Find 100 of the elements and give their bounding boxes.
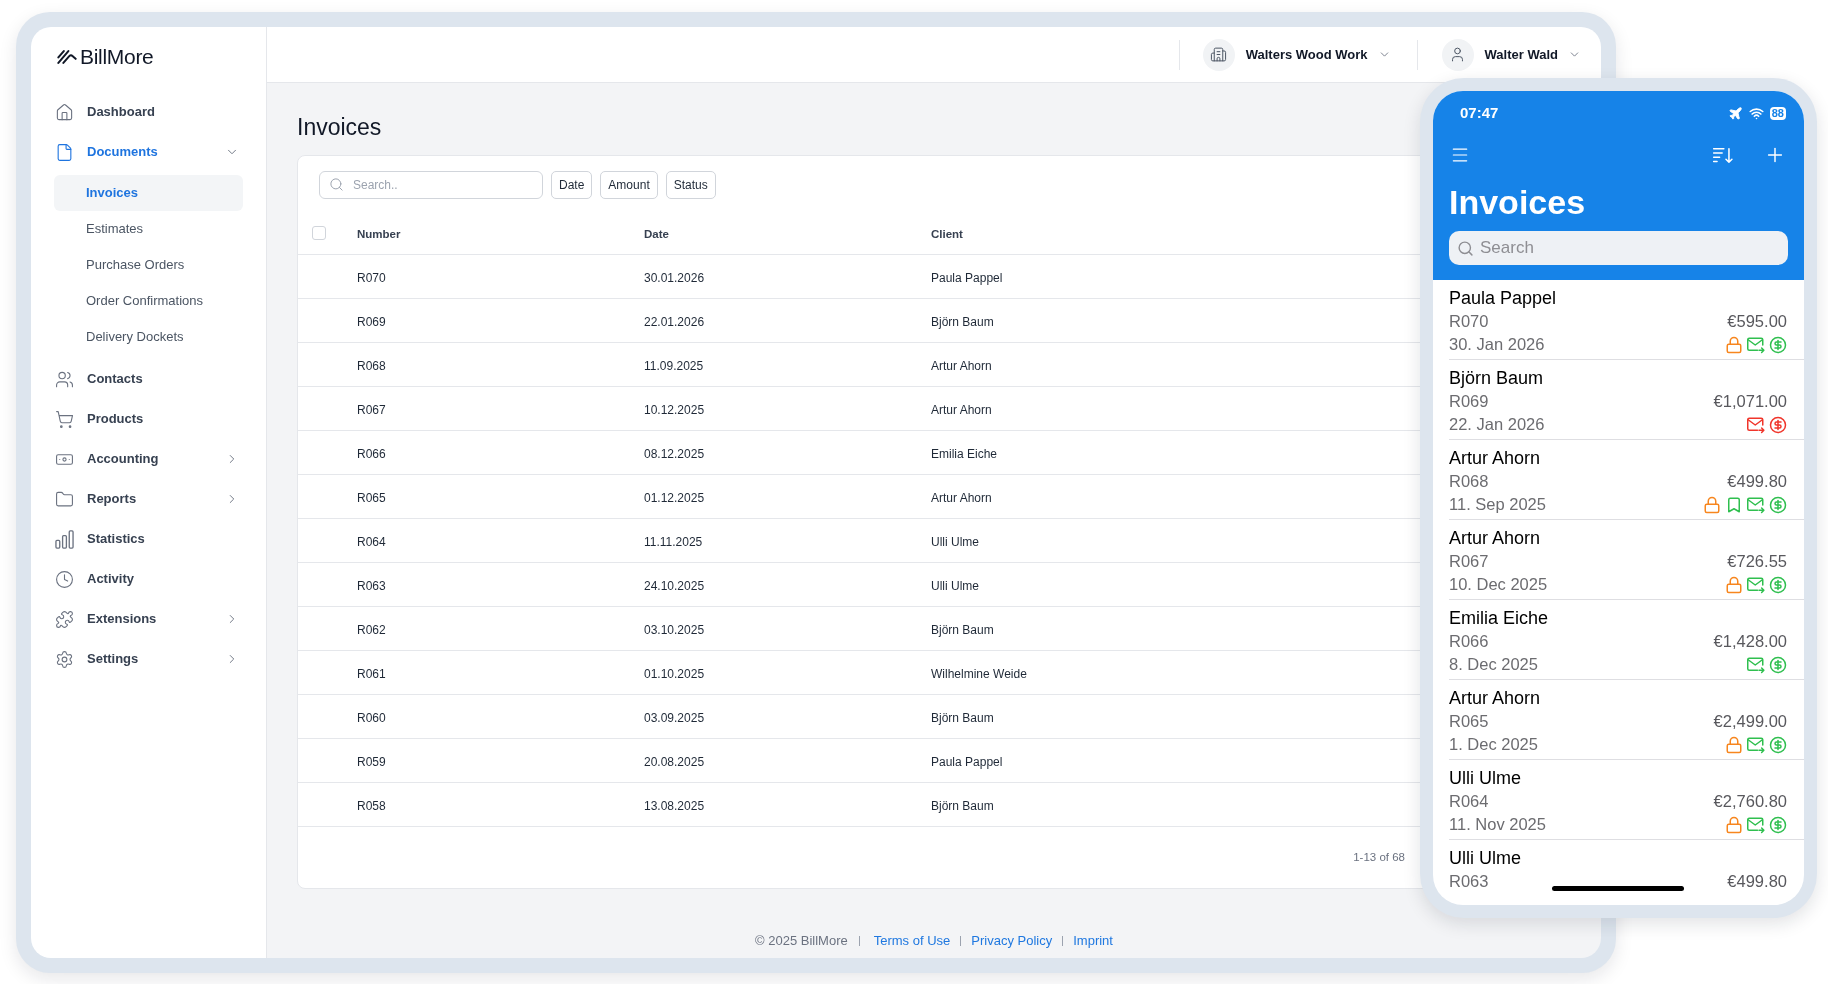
person-icon <box>1441 38 1474 71</box>
invoice-number: R070 <box>1449 311 1489 332</box>
puzzle-icon <box>55 609 74 629</box>
footer-link[interactable]: Privacy Policy <box>971 933 1053 949</box>
company-switcher[interactable]: Walters Wood Work <box>1202 38 1391 71</box>
nav-subitem[interactable]: Invoices <box>54 175 243 211</box>
table-cell: 03.10.2025 <box>644 622 705 637</box>
table-cell: R062 <box>357 622 386 637</box>
table-cell: R063 <box>357 578 386 593</box>
invoice-date: 11. Nov 2025 <box>1449 814 1546 835</box>
nav-item[interactable]: Accounting <box>54 439 243 479</box>
invoice-date: 30. Jan 2026 <box>1449 334 1545 355</box>
table-cell: R059 <box>357 754 386 769</box>
phone-title: Invoices <box>1449 182 1587 223</box>
table-cell: R069 <box>357 314 386 329</box>
table-cell: Ulli Ulme <box>931 578 979 593</box>
table-cell: 10.12.2025 <box>644 402 705 417</box>
wifi-icon <box>1748 105 1764 121</box>
invoice-amount: €499.80 <box>1727 471 1787 492</box>
client-name: Paula Pappel <box>1449 287 1558 310</box>
search-icon <box>329 177 344 192</box>
table-cell: R061 <box>357 666 386 681</box>
table-cell: 22.01.2026 <box>644 314 705 329</box>
invoice-number: R068 <box>1449 471 1489 492</box>
search-field[interactable]: Search.. <box>319 171 543 199</box>
folder-icon <box>55 489 74 509</box>
nav-item[interactable]: Contacts <box>54 359 243 399</box>
status-time: 07:47 <box>1460 102 1499 123</box>
invoice-number: R066 <box>1449 631 1489 652</box>
client-name: Ulli Ulme <box>1449 847 1522 870</box>
nav-item[interactable]: Settings <box>54 639 243 679</box>
battery-percentage: 88 <box>1769 106 1786 120</box>
table-cell: Emilia Eiche <box>931 446 998 461</box>
nav-item[interactable]: Dashboard <box>54 92 243 132</box>
table-cell: Björn Baum <box>931 798 994 813</box>
client-name: Ulli Ulme <box>1449 767 1522 790</box>
table-cell: Björn Baum <box>931 622 994 637</box>
nav-item[interactable]: Reports <box>54 479 243 519</box>
invoice-amount: €2,760.80 <box>1713 791 1787 812</box>
pagination-text: 1-13 of 68 <box>1353 849 1405 865</box>
table-cell: Paula Pappel <box>931 270 1003 285</box>
invoice-date: 11. Sep 2025 <box>1449 494 1546 515</box>
nav-subitem[interactable]: Estimates <box>54 211 243 247</box>
select-all-checkbox[interactable] <box>312 225 326 240</box>
table-cell: R060 <box>357 710 386 725</box>
home-icon <box>55 102 74 122</box>
filter-button[interactable]: Date <box>551 171 593 199</box>
invoice-date: 1. Dec 2025 <box>1449 734 1538 755</box>
table-cell: R067 <box>357 402 386 417</box>
nav-subitem[interactable]: Purchase Orders <box>54 247 243 283</box>
table-cell: Björn Baum <box>931 710 994 725</box>
table-cell: 01.12.2025 <box>644 490 705 505</box>
invoice-number: R069 <box>1449 391 1489 412</box>
table-cell: 24.10.2025 <box>644 578 705 593</box>
table-cell: 03.09.2025 <box>644 710 705 725</box>
invoice-number: R063 <box>1449 871 1489 892</box>
invoice-number: R065 <box>1449 711 1489 732</box>
client-name: Emilia Eiche <box>1449 607 1550 630</box>
nav-item[interactable]: Products <box>54 399 243 439</box>
table-cell: Artur Ahorn <box>931 490 992 505</box>
nav-item[interactable]: Extensions <box>54 599 243 639</box>
document-icon <box>55 142 74 162</box>
table-cell: 11.11.2025 <box>644 534 703 549</box>
building-icon <box>1202 38 1235 71</box>
table-cell: Björn Baum <box>931 314 994 329</box>
user-menu[interactable]: Walter Wald <box>1441 38 1581 71</box>
table-cell: 20.08.2025 <box>644 754 705 769</box>
table-cell: R065 <box>357 490 386 505</box>
phone-search-field[interactable]: Search <box>1449 231 1788 265</box>
settings-icon <box>55 649 74 669</box>
sort-icon[interactable] <box>1712 146 1734 164</box>
nav-subitem[interactable]: Order Confirmations <box>54 283 243 319</box>
invoice-amount: €1,428.00 <box>1713 631 1787 652</box>
invoice-amount: €595.00 <box>1727 311 1787 332</box>
nav-subitem[interactable]: Delivery Dockets <box>54 319 243 355</box>
nav-item[interactable]: Documents <box>54 132 243 172</box>
nav-item[interactable]: Activity <box>54 559 243 599</box>
bar-chart-icon <box>55 529 74 549</box>
client-name: Björn Baum <box>1449 367 1545 390</box>
logo-icon <box>57 49 77 65</box>
table-cell: 01.10.2025 <box>644 666 705 681</box>
table-cell: R066 <box>357 446 386 461</box>
table-cell: R064 <box>357 534 386 549</box>
column-header: Number <box>357 227 401 240</box>
copyright-text: © 2025 BillMore <box>755 933 848 949</box>
invoice-amount: €499.80 <box>1727 871 1787 892</box>
filter-button[interactable]: Amount <box>600 171 658 199</box>
invoice-date: 8. Dec 2025 <box>1449 654 1538 675</box>
airplane-icon <box>1727 105 1743 121</box>
footer-link[interactable]: Imprint <box>1073 933 1113 949</box>
footer-link[interactable]: Terms of Use <box>873 933 951 949</box>
table-cell: Ulli Ulme <box>931 534 979 549</box>
nav-item[interactable]: Statistics <box>54 519 243 559</box>
table-cell: 08.12.2025 <box>644 446 705 461</box>
invoice-amount: €2,499.00 <box>1713 711 1787 732</box>
invoice-number: R064 <box>1449 791 1489 812</box>
table-cell: 30.01.2026 <box>644 270 705 285</box>
filter-button[interactable]: Status <box>665 171 716 199</box>
invoice-date: 22. Jan 2026 <box>1449 414 1545 435</box>
cart-icon <box>55 409 74 429</box>
